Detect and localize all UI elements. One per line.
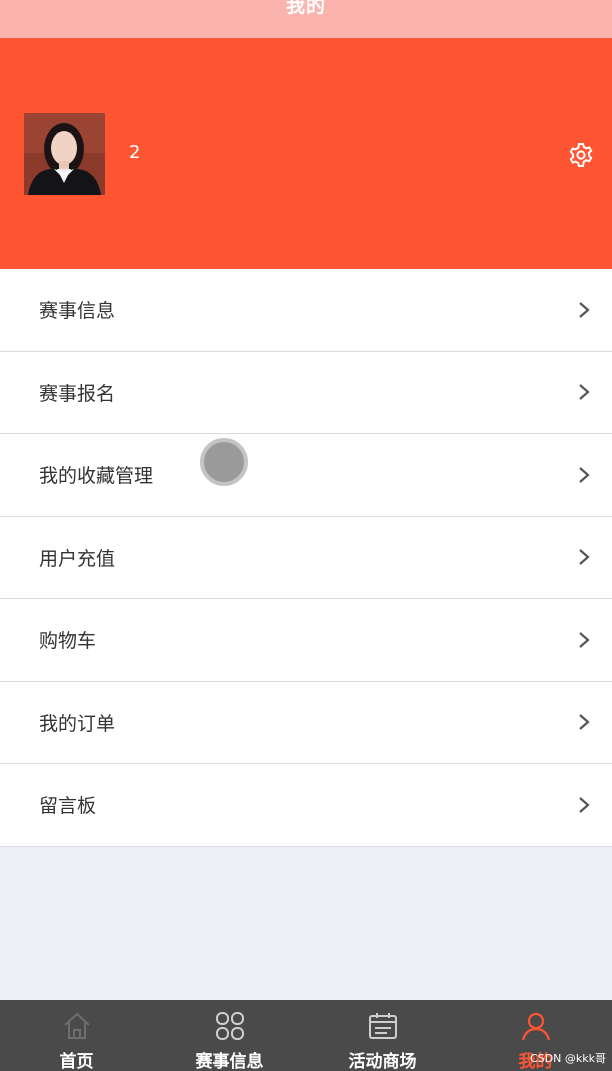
touch-indicator <box>200 438 248 486</box>
chevron-right-icon <box>579 384 590 401</box>
bottom-tabbar: 首页 赛事信息 活动商场 我的 <box>0 1000 612 1071</box>
menu-item-label: 我的订单 <box>39 712 116 735</box>
chevron-right-icon <box>579 466 590 483</box>
grid-icon <box>215 1012 244 1040</box>
menu-item-favorites[interactable]: 我的收藏管理 <box>0 434 612 517</box>
tab-label: 赛事信息 <box>195 1052 264 1071</box>
page: 我的 2 赛事信息 赛事报名 我的收藏管理 用户充值 购物车 我的订单 留言板 … <box>0 0 612 1071</box>
watermark: CSDN @kkk哥 <box>530 1052 606 1065</box>
gear-icon[interactable] <box>568 142 594 168</box>
chevron-right-icon <box>579 714 590 731</box>
page-title: 我的 <box>285 0 326 17</box>
tab-home[interactable]: 首页 <box>0 1000 153 1071</box>
chevron-right-icon <box>579 301 590 318</box>
chevron-right-icon <box>579 549 590 566</box>
tab-label: 首页 <box>59 1052 94 1071</box>
menu-item-label: 购物车 <box>39 630 97 653</box>
menu-list: 赛事信息 赛事报名 我的收藏管理 用户充值 购物车 我的订单 留言板 <box>0 269 612 847</box>
calendar-icon <box>368 1013 397 1039</box>
menu-item-event-info[interactable]: 赛事信息 <box>0 269 612 352</box>
menu-item-event-signup[interactable]: 赛事报名 <box>0 351 612 434</box>
user-icon <box>521 1012 550 1041</box>
menu-item-message-board[interactable]: 留言板 <box>0 764 612 847</box>
avatar[interactable] <box>24 113 105 195</box>
profile-header: 2 <box>0 38 612 269</box>
chevron-right-icon <box>579 631 590 648</box>
menu-item-label: 赛事报名 <box>39 382 116 405</box>
menu-item-label: 用户充值 <box>39 547 116 570</box>
menu-item-orders[interactable]: 我的订单 <box>0 681 612 764</box>
menu-item-recharge[interactable]: 用户充值 <box>0 516 612 599</box>
chevron-right-icon <box>579 796 590 813</box>
top-navbar: 我的 <box>0 0 612 38</box>
home-icon <box>63 1012 90 1039</box>
tab-event-info[interactable]: 赛事信息 <box>153 1000 306 1071</box>
menu-item-label: 我的收藏管理 <box>39 465 154 488</box>
menu-item-label: 留言板 <box>39 795 97 818</box>
tab-label: 活动商场 <box>348 1052 417 1071</box>
tab-activity-mall[interactable]: 活动商场 <box>306 1000 459 1071</box>
username: 2 <box>129 142 141 163</box>
avatar-photo-icon <box>24 113 105 195</box>
menu-item-label: 赛事信息 <box>39 300 116 323</box>
menu-item-cart[interactable]: 购物车 <box>0 599 612 682</box>
